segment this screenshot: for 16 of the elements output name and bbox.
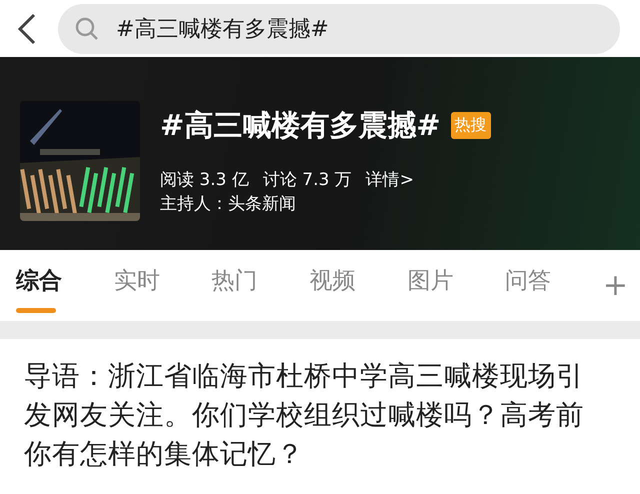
add-tab-button[interactable]: + [602, 268, 628, 303]
hot-badge: 热搜 [450, 112, 491, 139]
tab[interactable]: 问答 [505, 264, 552, 296]
tab[interactable]: 热门 [212, 264, 258, 296]
topic-title: #高三喊楼有多震撼# [160, 106, 441, 144]
intro-text: 导语：浙江省临海市杜桥中学高三喊楼现场引发网友关注。你们学校组织过喊楼吗？高考前你有怎样的集体记忆？ [23, 359, 585, 472]
read-count: 阅读 3.3 亿 [160, 168, 249, 192]
host-label: 主持人：头条新闻 [160, 192, 297, 216]
search-field[interactable]: #高三喊楼有多震撼# [58, 4, 620, 54]
tab[interactable]: 图片 [407, 264, 454, 296]
details-link[interactable]: 详情> [366, 168, 414, 192]
discussion-count: 讨论 7.3 万 [262, 168, 352, 192]
tab[interactable]: 综合 [16, 264, 62, 296]
tab[interactable]: 视频 [309, 264, 356, 296]
search-icon [74, 16, 100, 42]
tab[interactable]: 实时 [114, 264, 160, 296]
